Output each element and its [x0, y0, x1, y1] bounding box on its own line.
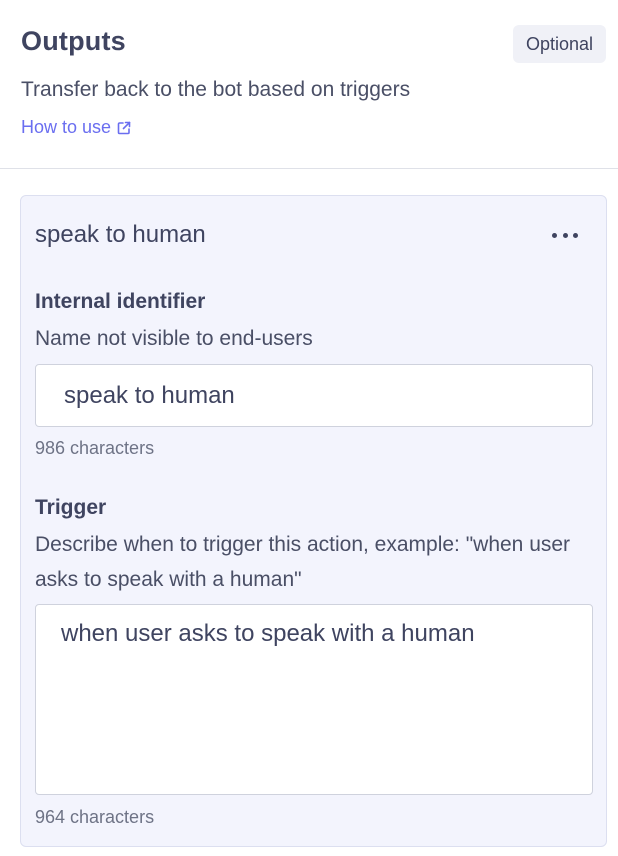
- outputs-panel: Outputs Optional Transfer back to the bo…: [0, 0, 618, 856]
- more-dot: [573, 232, 578, 238]
- how-to-use-label: How to use: [21, 117, 112, 137]
- more-options-icon[interactable]: [552, 226, 578, 244]
- outputs-header: Outputs Optional Transfer back to the bo…: [0, 0, 618, 169]
- internal-identifier-input[interactable]: [35, 364, 593, 427]
- output-card: speak to human Internal identifier Name …: [20, 195, 607, 847]
- how-to-use-link[interactable]: How to use: [21, 117, 131, 138]
- trigger-help: Describe when to trigger this action, ex…: [35, 533, 571, 591]
- optional-badge: Optional: [512, 25, 606, 63]
- internal-identifier-char-count: 986 characters: [35, 438, 155, 458]
- internal-identifier-help: Name not visible to end-users: [35, 327, 313, 350]
- more-dot: [552, 232, 557, 238]
- internal-identifier-label: Internal identifier: [35, 290, 206, 313]
- section-title: Outputs: [21, 26, 126, 56]
- trigger-label: Trigger: [35, 496, 107, 519]
- output-card-title: speak to human: [35, 221, 206, 248]
- trigger-char-count: 964 characters: [35, 807, 155, 827]
- external-link-icon: [117, 121, 131, 135]
- trigger-textarea[interactable]: when user asks to speak with a human: [35, 604, 593, 795]
- more-dot: [562, 232, 568, 238]
- section-description: Transfer back to the bot based on trigge…: [21, 78, 411, 101]
